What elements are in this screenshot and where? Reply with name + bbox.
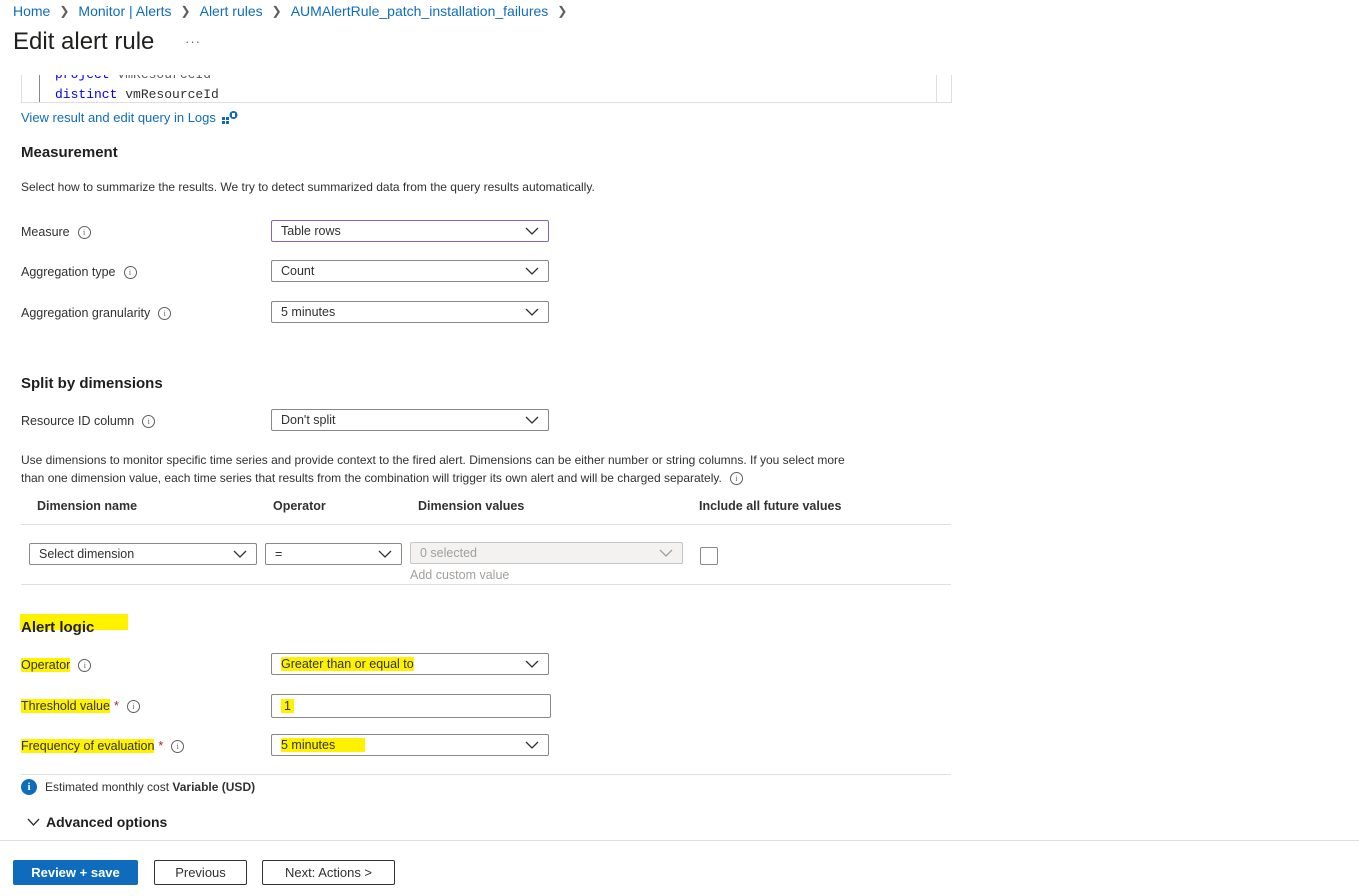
review-save-button[interactable]: Review + save: [13, 860, 138, 885]
alert-logic-heading: Alert logic: [21, 619, 95, 636]
frequency-label: Frequency of evaluation * i: [21, 736, 185, 756]
aggregation-type-dropdown[interactable]: Count: [271, 260, 549, 282]
required-marker: *: [158, 739, 164, 753]
next-actions-button[interactable]: Next: Actions >: [262, 860, 395, 885]
chevron-right-icon: ❯: [557, 4, 568, 18]
breadcrumb-home[interactable]: Home: [13, 3, 50, 19]
query-line-1: project vmResourceId: [55, 75, 211, 82]
table-header-divider: [21, 524, 951, 525]
breadcrumb: Home ❯ Monitor | Alerts ❯ Alert rules ❯ …: [13, 2, 576, 20]
previous-button[interactable]: Previous: [154, 860, 247, 885]
chevron-down-icon: [659, 549, 673, 557]
operator-label: Operator i: [21, 655, 92, 675]
view-logs-link[interactable]: View result and edit query in Logs: [21, 110, 216, 125]
info-icon[interactable]: i: [123, 265, 137, 279]
cost-divider: [21, 774, 951, 775]
breadcrumb-alert-rule-name[interactable]: AUMAlertRule_patch_installation_failures: [291, 3, 549, 19]
chevron-right-icon: ❯: [180, 4, 191, 18]
measurement-description: Select how to summarize the results. We …: [21, 180, 595, 194]
column-header-dimension-name: Dimension name: [37, 499, 138, 513]
column-header-include-future: Include all future values: [699, 499, 842, 513]
info-icon[interactable]: i: [78, 658, 92, 672]
page-title: Edit alert rule: [13, 28, 155, 55]
info-icon[interactable]: i: [77, 225, 91, 239]
chevron-down-icon: [525, 660, 539, 668]
query-line-2: distinct vmResourceId: [55, 87, 219, 102]
chevron-down-icon: [525, 308, 539, 316]
info-icon[interactable]: i: [142, 414, 156, 428]
info-icon[interactable]: i: [729, 471, 743, 485]
view-logs-link-row[interactable]: View result and edit query in Logs: [21, 110, 238, 125]
chevron-down-icon: [525, 227, 539, 235]
estimated-cost: i Estimated monthly cost Variable (USD): [21, 779, 255, 795]
table-row-divider: [21, 584, 951, 585]
info-icon[interactable]: i: [126, 699, 140, 713]
editor-scrollbar[interactable]: [936, 75, 951, 102]
frequency-dropdown[interactable]: 5 minutes: [271, 734, 549, 756]
breadcrumb-monitor-alerts[interactable]: Monitor | Alerts: [78, 3, 171, 19]
dimensions-description: Use dimensions to monitor specific time …: [21, 453, 845, 485]
chevron-right-icon: ❯: [271, 4, 282, 18]
required-marker: *: [113, 699, 119, 713]
column-header-operator: Operator: [273, 499, 326, 513]
logs-icon: [221, 110, 238, 124]
info-icon[interactable]: i: [158, 306, 172, 320]
chevron-down-icon: [27, 818, 40, 826]
advanced-options-toggle[interactable]: Advanced options: [27, 814, 167, 830]
operator-dropdown[interactable]: Greater than or equal to: [271, 653, 549, 675]
chevron-down-icon: [525, 267, 539, 275]
split-heading: Split by dimensions: [21, 375, 163, 392]
include-future-values-checkbox[interactable]: [700, 547, 718, 565]
chevron-down-icon: [525, 416, 539, 424]
query-editor[interactable]: project vmResourceId distinct vmResource…: [21, 75, 952, 103]
breadcrumb-alert-rules[interactable]: Alert rules: [200, 3, 263, 19]
threshold-input[interactable]: 1: [271, 694, 551, 718]
measure-label: Measure i: [21, 222, 91, 242]
dimension-values-dropdown: 0 selected: [410, 542, 683, 564]
aggregation-granularity-dropdown[interactable]: 5 minutes: [271, 301, 549, 323]
measurement-heading: Measurement: [21, 144, 118, 161]
chevron-down-icon: [233, 550, 247, 558]
info-filled-icon: i: [21, 779, 37, 795]
info-icon[interactable]: i: [171, 739, 185, 753]
more-options-button[interactable]: ···: [185, 34, 201, 49]
column-header-dimension-values: Dimension values: [418, 499, 525, 513]
dimension-name-dropdown[interactable]: Select dimension: [29, 543, 257, 565]
resource-id-label: Resource ID column i: [21, 411, 156, 431]
footer-divider: [0, 840, 1359, 841]
dimension-operator-dropdown[interactable]: =: [265, 543, 402, 565]
add-custom-value: Add custom value: [410, 568, 510, 582]
measure-dropdown[interactable]: Table rows: [271, 220, 549, 242]
aggregation-type-label: Aggregation type i: [21, 262, 137, 282]
resource-id-dropdown[interactable]: Don't split: [271, 409, 549, 431]
threshold-label: Threshold value * i: [21, 696, 140, 716]
chevron-right-icon: ❯: [59, 4, 70, 18]
aggregation-granularity-label: Aggregation granularity i: [21, 303, 172, 323]
chevron-down-icon: [378, 550, 392, 558]
cost-value: Variable (USD): [172, 780, 256, 794]
chevron-down-icon: [525, 741, 539, 749]
code-indent-guide: [39, 75, 40, 102]
